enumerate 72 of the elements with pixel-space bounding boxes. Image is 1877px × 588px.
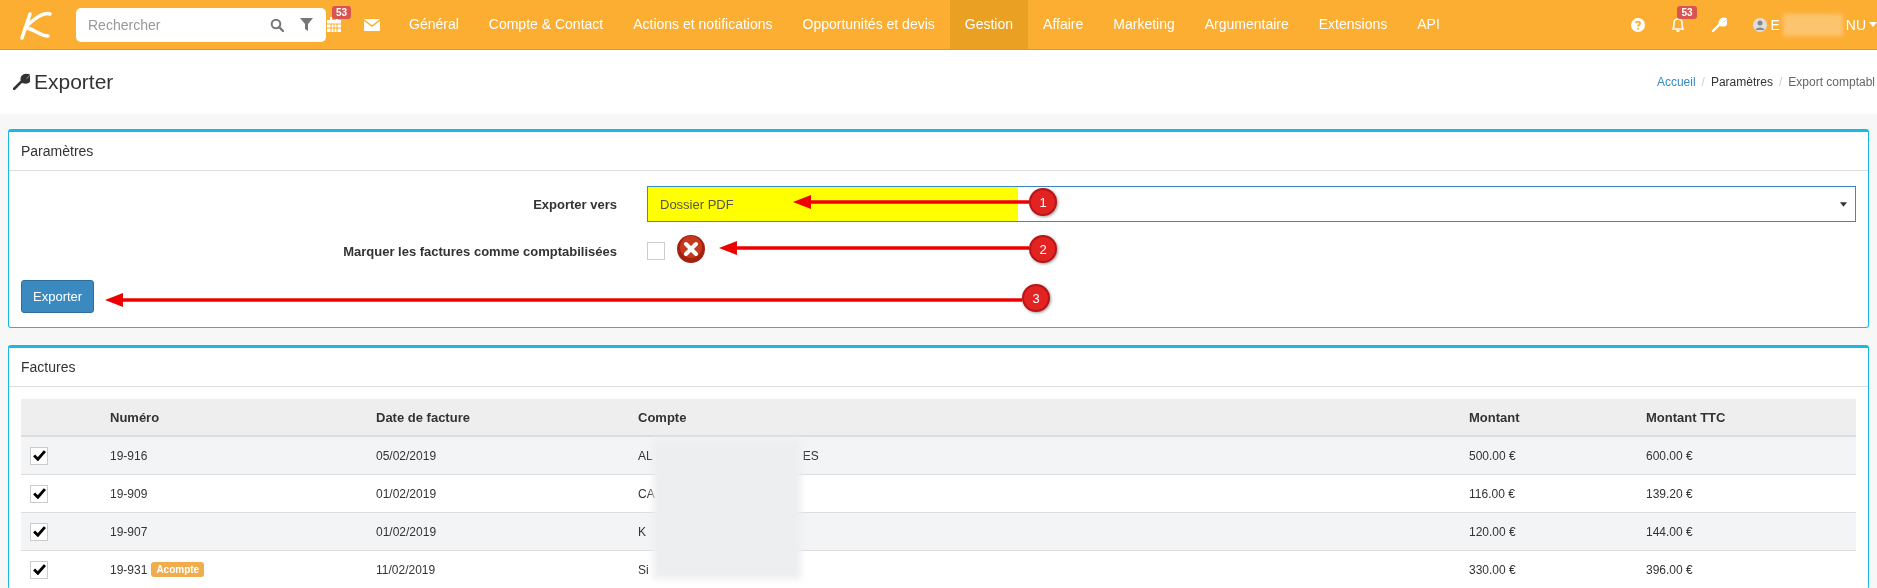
status-badge: Acompte <box>151 562 205 577</box>
nav-menu-item[interactable]: Affaire <box>1028 0 1099 49</box>
table-cell-text: 120.00 € <box>1469 524 1517 539</box>
table-cell: 19-909 <box>110 486 148 501</box>
nav-menu-item[interactable]: Compte & Contact <box>473 0 619 49</box>
table-cell-text: 500.00 € <box>1469 448 1517 463</box>
nav-menu-item[interactable]: Argumentaire <box>1189 0 1304 49</box>
table-cell-text: 330.00 € <box>1469 562 1517 577</box>
breadcrumb-separator: / <box>1778 75 1783 89</box>
table-cell: ES <box>802 448 819 463</box>
nav-menu-item[interactable]: Marketing <box>1098 0 1190 49</box>
table-cell-text: 11/02/2019 <box>376 562 437 577</box>
table-cell-text: 01/02/2019 <box>376 486 438 501</box>
panel-title: Paramètres <box>9 132 1868 171</box>
table-cell-text: 144.00 € <box>1646 524 1694 539</box>
column-header: Numéro <box>110 409 161 425</box>
nav-menu-item[interactable]: Extensions <box>1303 0 1403 49</box>
table-cell-text: 01/02/2019 <box>376 524 438 539</box>
export-button[interactable]: Exporter <box>21 280 95 313</box>
breadcrumb-separator: / <box>1701 75 1705 89</box>
checkbox[interactable] <box>647 242 665 260</box>
checkbox[interactable] <box>30 446 48 465</box>
column-header: Compte <box>638 409 688 425</box>
error-icon <box>676 234 706 264</box>
breadcrumb-link[interactable]: Accueil <box>1656 75 1696 89</box>
table-cell: 19-916 <box>110 448 148 463</box>
field-label: Exporter vers <box>532 196 618 212</box>
calendar-icon <box>326 16 342 33</box>
page-title: Exporter <box>34 70 114 94</box>
bell-icon <box>1671 16 1686 33</box>
help-icon <box>1631 17 1646 32</box>
table-cell: AL <box>638 448 653 463</box>
column-header: Montant <box>1469 409 1521 425</box>
filter-icon <box>300 17 313 31</box>
breadcrumb-current: Export comptabl <box>1788 75 1875 89</box>
nav-menu-item[interactable]: Général <box>394 0 474 49</box>
user-name: NU <box>1845 16 1866 33</box>
mail-icon <box>364 18 380 31</box>
nav-menu-item[interactable]: Gestion <box>949 0 1029 49</box>
user-menu[interactable]: E NU <box>1753 13 1877 36</box>
user-name: E <box>1770 16 1780 33</box>
table-cell: Si <box>638 562 649 577</box>
checkbox[interactable] <box>30 484 48 503</box>
redaction-blur <box>1782 13 1843 36</box>
table-cell-text: 139.20 € <box>1646 486 1694 501</box>
wrench-icon <box>12 73 30 91</box>
table-cell-text: 600.00 € <box>1646 448 1694 463</box>
nav-menu-item[interactable]: Opportunités et devis <box>787 0 950 49</box>
caret-icon <box>1840 201 1847 207</box>
table-cell-text: 05/02/2019 <box>376 448 438 463</box>
column-header: Montant TTC <box>1646 409 1727 425</box>
count-badge: 53 <box>1677 5 1697 19</box>
panel-title: Factures <box>9 348 1868 387</box>
wrench-icon <box>1711 16 1728 33</box>
nav-menu-item[interactable]: API <box>1402 0 1455 49</box>
caret-icon <box>1869 22 1877 27</box>
search-field[interactable]: Rechercher <box>76 7 326 42</box>
search-icon <box>270 17 284 32</box>
checkbox[interactable] <box>30 522 48 541</box>
column-header: Date de facture <box>376 409 471 425</box>
breadcrumb-link[interactable]: Paramètres <box>1710 75 1773 89</box>
avatar-icon <box>1753 17 1768 32</box>
count-badge: 53 <box>332 5 352 19</box>
checkbox[interactable] <box>30 560 48 579</box>
table-cell: K <box>638 524 646 539</box>
table-cell-text: 396.00 € <box>1646 562 1694 577</box>
table-cell: 19-907 <box>110 524 148 539</box>
table-cell: 19-931 <box>110 562 148 577</box>
table-cell-text: 116.00 € <box>1469 486 1516 501</box>
table-cell: CA <box>638 486 655 501</box>
nav-menu-item[interactable]: Actions et notifications <box>618 0 788 49</box>
field-label: Marquer les factures comme comptabilisées <box>342 243 618 259</box>
